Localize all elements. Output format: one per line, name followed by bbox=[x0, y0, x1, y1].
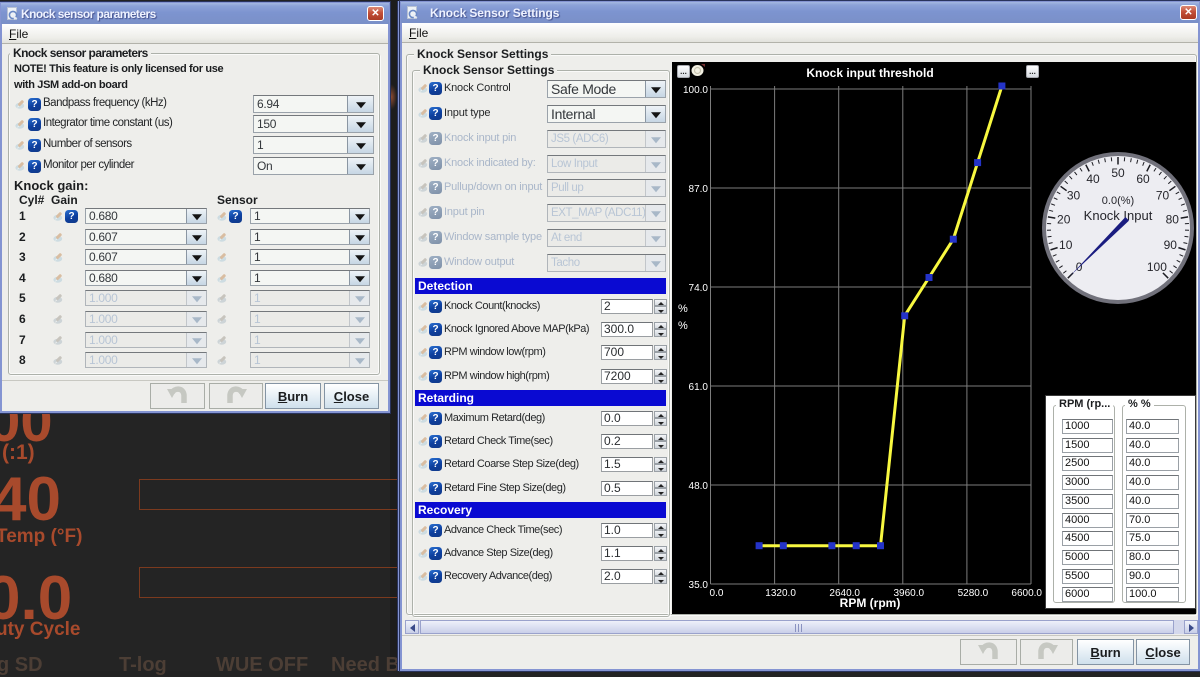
svg-text:35.0: 35.0 bbox=[689, 580, 709, 591]
svg-text:87.0: 87.0 bbox=[689, 184, 709, 195]
svg-text:5280.0: 5280.0 bbox=[958, 588, 989, 599]
svg-text:RPM (rpm): RPM (rpm) bbox=[840, 596, 901, 610]
svg-text:30: 30 bbox=[1067, 189, 1081, 203]
svg-text:70: 70 bbox=[1156, 189, 1170, 203]
svg-text:60: 60 bbox=[1136, 172, 1150, 186]
svg-text:74.0: 74.0 bbox=[689, 283, 709, 294]
svg-text:1320.0: 1320.0 bbox=[765, 588, 796, 599]
svg-text:6600.0: 6600.0 bbox=[1011, 588, 1042, 599]
svg-text:50: 50 bbox=[1111, 166, 1125, 180]
svg-text:0.0(%): 0.0(%) bbox=[1102, 195, 1134, 207]
svg-text:Knock Input: Knock Input bbox=[1084, 208, 1153, 223]
svg-text:90: 90 bbox=[1164, 238, 1178, 252]
svg-text:100.0: 100.0 bbox=[683, 85, 708, 96]
svg-text:100: 100 bbox=[1147, 260, 1167, 274]
svg-text:%: % bbox=[678, 303, 688, 315]
svg-text:40: 40 bbox=[1086, 172, 1100, 186]
svg-text:10: 10 bbox=[1059, 238, 1073, 252]
svg-text:Knock input threshold: Knock input threshold bbox=[806, 66, 933, 80]
svg-text:48.0: 48.0 bbox=[689, 481, 709, 492]
svg-text:20: 20 bbox=[1057, 212, 1071, 226]
svg-text:0.0: 0.0 bbox=[710, 588, 724, 599]
svg-text:%: % bbox=[678, 320, 688, 332]
svg-text:61.0: 61.0 bbox=[689, 382, 709, 393]
svg-text:80: 80 bbox=[1166, 212, 1180, 226]
